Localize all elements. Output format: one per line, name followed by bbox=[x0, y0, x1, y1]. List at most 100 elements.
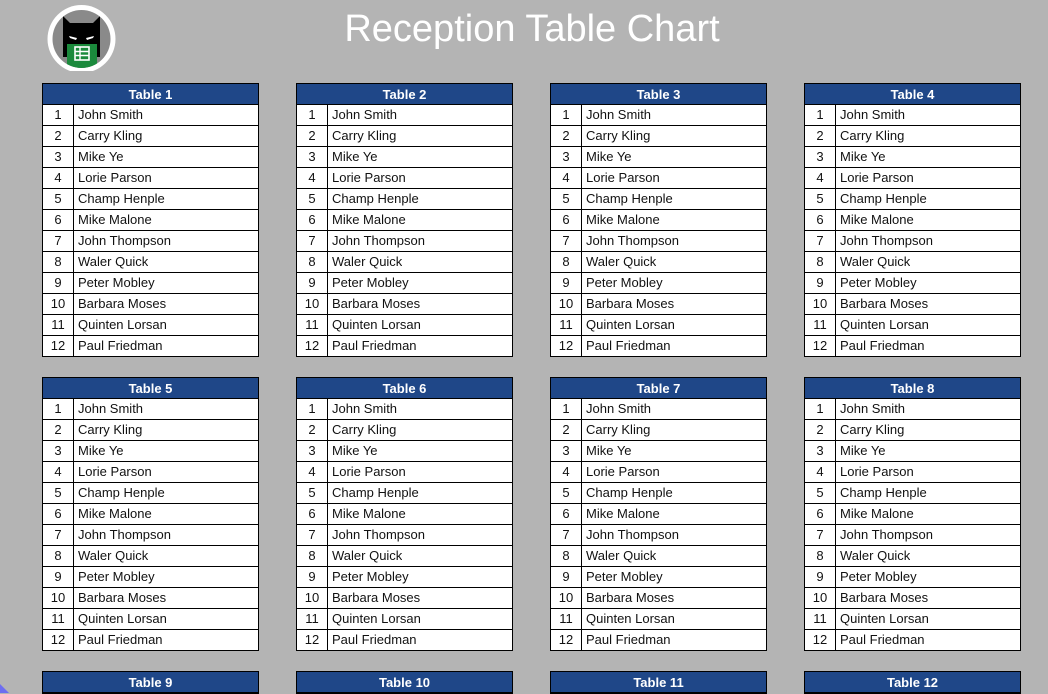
guest-name[interactable]: Paul Friedman bbox=[74, 630, 163, 650]
guest-name[interactable]: John Thompson bbox=[582, 525, 679, 545]
guest-name[interactable]: Paul Friedman bbox=[836, 336, 925, 356]
guest-name[interactable]: Paul Friedman bbox=[582, 336, 671, 356]
guest-name[interactable]: John Smith bbox=[836, 105, 905, 125]
guest-name[interactable]: John Thompson bbox=[328, 525, 425, 545]
guest-name[interactable]: Mike Ye bbox=[582, 147, 632, 167]
guest-name[interactable]: Lorie Parson bbox=[582, 168, 660, 188]
guest-name[interactable]: Peter Mobley bbox=[836, 273, 917, 293]
guest-name[interactable]: Champ Henple bbox=[328, 483, 419, 503]
guest-name[interactable]: Carry Kling bbox=[582, 126, 650, 146]
guest-name[interactable]: Champ Henple bbox=[582, 483, 673, 503]
guest-name[interactable]: Lorie Parson bbox=[836, 168, 914, 188]
guest-name[interactable]: Quinten Lorsan bbox=[582, 315, 675, 335]
guest-name[interactable]: Quinten Lorsan bbox=[74, 315, 167, 335]
guest-name[interactable]: Waler Quick bbox=[328, 252, 402, 272]
guest-name[interactable]: Barbara Moses bbox=[582, 294, 674, 314]
guest-name[interactable]: Barbara Moses bbox=[328, 294, 420, 314]
guest-name[interactable]: Lorie Parson bbox=[836, 462, 914, 482]
guest-name[interactable]: Mike Malone bbox=[836, 504, 914, 524]
guest-name[interactable]: Peter Mobley bbox=[836, 567, 917, 587]
guest-name[interactable]: Mike Ye bbox=[582, 441, 632, 461]
guest-name[interactable]: Carry Kling bbox=[74, 126, 142, 146]
guest-name[interactable]: Paul Friedman bbox=[74, 336, 163, 356]
guest-name[interactable]: Carry Kling bbox=[328, 126, 396, 146]
guest-name[interactable]: Barbara Moses bbox=[836, 294, 928, 314]
guest-name[interactable]: Carry Kling bbox=[328, 420, 396, 440]
guest-name[interactable]: Paul Friedman bbox=[582, 630, 671, 650]
guest-name[interactable]: Carry Kling bbox=[74, 420, 142, 440]
guest-name[interactable]: Mike Ye bbox=[836, 441, 886, 461]
guest-name[interactable]: Mike Malone bbox=[74, 504, 152, 524]
guest-name[interactable]: Champ Henple bbox=[74, 483, 165, 503]
guest-name[interactable]: Barbara Moses bbox=[74, 588, 166, 608]
guest-name[interactable]: John Smith bbox=[74, 105, 143, 125]
guest-name[interactable]: Peter Mobley bbox=[328, 567, 409, 587]
guest-name[interactable]: Peter Mobley bbox=[328, 273, 409, 293]
guest-name[interactable]: Peter Mobley bbox=[74, 273, 155, 293]
guest-name[interactable]: Mike Ye bbox=[328, 441, 378, 461]
guest-name[interactable]: Lorie Parson bbox=[74, 462, 152, 482]
guest-name[interactable]: Carry Kling bbox=[836, 420, 904, 440]
seat-number: 4 bbox=[297, 168, 328, 188]
guest-name[interactable]: Lorie Parson bbox=[582, 462, 660, 482]
guest-name[interactable]: John Thompson bbox=[74, 231, 171, 251]
guest-name[interactable]: Lorie Parson bbox=[328, 462, 406, 482]
guest-name[interactable]: Peter Mobley bbox=[582, 273, 663, 293]
guest-name[interactable]: Champ Henple bbox=[328, 189, 419, 209]
guest-name[interactable]: Quinten Lorsan bbox=[328, 609, 421, 629]
guest-name[interactable]: Waler Quick bbox=[836, 546, 910, 566]
guest-name[interactable]: John Thompson bbox=[582, 231, 679, 251]
guest-name[interactable]: Waler Quick bbox=[582, 546, 656, 566]
guest-name[interactable]: Mike Malone bbox=[582, 210, 660, 230]
guest-name[interactable]: Champ Henple bbox=[836, 483, 927, 503]
guest-name[interactable]: Mike Malone bbox=[836, 210, 914, 230]
guest-name[interactable]: Mike Ye bbox=[328, 147, 378, 167]
guest-name[interactable]: Quinten Lorsan bbox=[582, 609, 675, 629]
guest-name[interactable]: Waler Quick bbox=[582, 252, 656, 272]
guest-name[interactable]: Paul Friedman bbox=[328, 336, 417, 356]
guest-name[interactable]: Quinten Lorsan bbox=[836, 315, 929, 335]
guest-name[interactable]: John Smith bbox=[582, 105, 651, 125]
guest-name[interactable]: Quinten Lorsan bbox=[74, 609, 167, 629]
guest-name[interactable]: Champ Henple bbox=[582, 189, 673, 209]
guest-name[interactable]: Mike Ye bbox=[74, 147, 124, 167]
table-row: 11 Quinten Lorsan bbox=[43, 315, 258, 336]
guest-name[interactable]: Paul Friedman bbox=[836, 630, 925, 650]
guest-name[interactable]: Champ Henple bbox=[836, 189, 927, 209]
guest-name[interactable]: Carry Kling bbox=[836, 126, 904, 146]
guest-name[interactable]: Mike Ye bbox=[74, 441, 124, 461]
guest-name[interactable]: Barbara Moses bbox=[74, 294, 166, 314]
guest-name[interactable]: John Smith bbox=[582, 399, 651, 419]
table-header: Table 5 bbox=[43, 378, 258, 399]
guest-name[interactable]: Peter Mobley bbox=[582, 567, 663, 587]
guest-name[interactable]: Waler Quick bbox=[74, 546, 148, 566]
guest-name[interactable]: Quinten Lorsan bbox=[328, 315, 421, 335]
guest-name[interactable]: John Smith bbox=[74, 399, 143, 419]
seat-number: 10 bbox=[297, 294, 328, 314]
guest-name[interactable]: Champ Henple bbox=[74, 189, 165, 209]
guest-name[interactable]: Carry Kling bbox=[582, 420, 650, 440]
guest-name[interactable]: John Smith bbox=[328, 399, 397, 419]
guest-name[interactable]: Lorie Parson bbox=[328, 168, 406, 188]
guest-name[interactable]: John Thompson bbox=[836, 231, 933, 251]
guest-name[interactable]: Waler Quick bbox=[74, 252, 148, 272]
guest-name[interactable]: Barbara Moses bbox=[582, 588, 674, 608]
guest-name[interactable]: Mike Malone bbox=[328, 504, 406, 524]
guest-name[interactable]: John Smith bbox=[328, 105, 397, 125]
guest-name[interactable]: Lorie Parson bbox=[74, 168, 152, 188]
guest-name[interactable]: Mike Ye bbox=[836, 147, 886, 167]
guest-name[interactable]: Mike Malone bbox=[74, 210, 152, 230]
guest-name[interactable]: Paul Friedman bbox=[328, 630, 417, 650]
guest-name[interactable]: John Thompson bbox=[836, 525, 933, 545]
guest-name[interactable]: Mike Malone bbox=[582, 504, 660, 524]
guest-name[interactable]: John Thompson bbox=[328, 231, 425, 251]
guest-name[interactable]: Barbara Moses bbox=[328, 588, 420, 608]
guest-name[interactable]: Barbara Moses bbox=[836, 588, 928, 608]
guest-name[interactable]: Waler Quick bbox=[328, 546, 402, 566]
guest-name[interactable]: Peter Mobley bbox=[74, 567, 155, 587]
guest-name[interactable]: Waler Quick bbox=[836, 252, 910, 272]
guest-name[interactable]: John Smith bbox=[836, 399, 905, 419]
guest-name[interactable]: Quinten Lorsan bbox=[836, 609, 929, 629]
guest-name[interactable]: Mike Malone bbox=[328, 210, 406, 230]
guest-name[interactable]: John Thompson bbox=[74, 525, 171, 545]
